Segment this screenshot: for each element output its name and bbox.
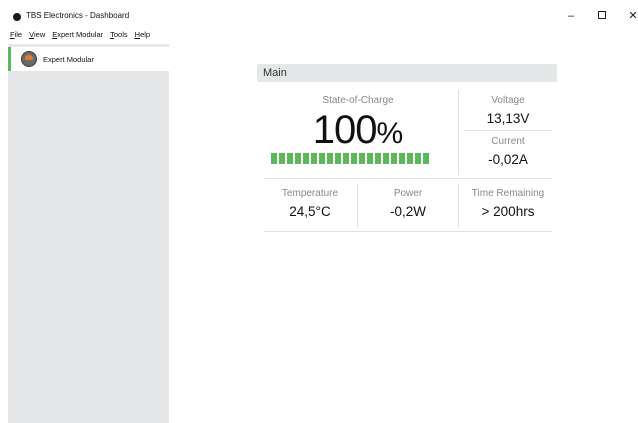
- soc-bar-segment: [359, 153, 365, 164]
- time-remaining-value: > 200hrs: [481, 204, 535, 219]
- maximize-icon: [598, 11, 606, 19]
- maximize-button[interactable]: [592, 9, 612, 23]
- menu-file[interactable]: File: [10, 30, 22, 42]
- divider: [458, 90, 459, 175]
- menu-help[interactable]: Help: [135, 30, 150, 42]
- current-label: Current: [491, 136, 525, 147]
- soc-bar-segment: [407, 153, 413, 164]
- soc-label: State-of-Charge: [322, 95, 394, 106]
- soc-bar-segment: [303, 153, 309, 164]
- voltage-value: 13,13V: [486, 111, 530, 126]
- sidebar-item-expert-modular[interactable]: Expert Modular: [8, 47, 169, 71]
- minimize-button[interactable]: –: [561, 9, 581, 23]
- menu-view[interactable]: View: [29, 30, 45, 42]
- time-remaining-label: Time Remaining: [471, 188, 545, 199]
- soc-bar-segment: [319, 153, 325, 164]
- soc-bar-segment: [279, 153, 285, 164]
- power-label: Power: [393, 188, 423, 199]
- divider: [464, 130, 552, 131]
- panel-title: Main: [263, 67, 287, 79]
- soc-bar-segment: [295, 153, 301, 164]
- soc-bar-segment: [311, 153, 317, 164]
- soc-bar-segment: [391, 153, 397, 164]
- window-title: TBS Electronics - Dashboard: [26, 11, 130, 20]
- divider: [264, 231, 552, 232]
- divider: [264, 178, 552, 179]
- menu-tools[interactable]: Tools: [110, 30, 128, 42]
- soc-bar-segment: [327, 153, 333, 164]
- power-value: -0,2W: [389, 204, 426, 219]
- battery-monitor-icon: [21, 51, 37, 67]
- soc-bar-segment: [351, 153, 357, 164]
- voltage-label: Voltage: [491, 95, 525, 106]
- sidebar-item-label: Expert Modular: [43, 55, 94, 64]
- app-icon: [13, 13, 21, 21]
- soc-bar-segment: [375, 153, 381, 164]
- divider: [458, 184, 459, 228]
- menu-bar: File View Expert Modular Tools Help: [10, 30, 150, 42]
- title-bar: TBS Electronics - Dashboard – ✕: [0, 0, 638, 30]
- soc-bar-segment: [399, 153, 405, 164]
- soc-bar-segment: [383, 153, 389, 164]
- soc-bar-segment: [415, 153, 421, 164]
- soc-bar-segment: [335, 153, 341, 164]
- soc-bar-segment: [271, 153, 277, 164]
- divider: [357, 184, 358, 228]
- sidebar: Expert Modular: [8, 44, 169, 423]
- soc-bar-segment: [423, 153, 429, 164]
- menu-expert-modular[interactable]: Expert Modular: [52, 30, 103, 42]
- close-button[interactable]: ✕: [623, 9, 638, 23]
- soc-level-bar: [271, 153, 429, 164]
- current-value: -0,02A: [488, 152, 528, 167]
- soc-bar-segment: [343, 153, 349, 164]
- soc-value: 100%: [264, 108, 452, 153]
- soc-bar-segment: [287, 153, 293, 164]
- soc-unit: %: [376, 117, 404, 150]
- panel-header: Main: [257, 64, 557, 82]
- soc-bar-segment: [367, 153, 373, 164]
- temperature-label: Temperature: [281, 188, 339, 199]
- soc-number: 100: [312, 108, 378, 152]
- temperature-value: 24,5°C: [289, 204, 331, 219]
